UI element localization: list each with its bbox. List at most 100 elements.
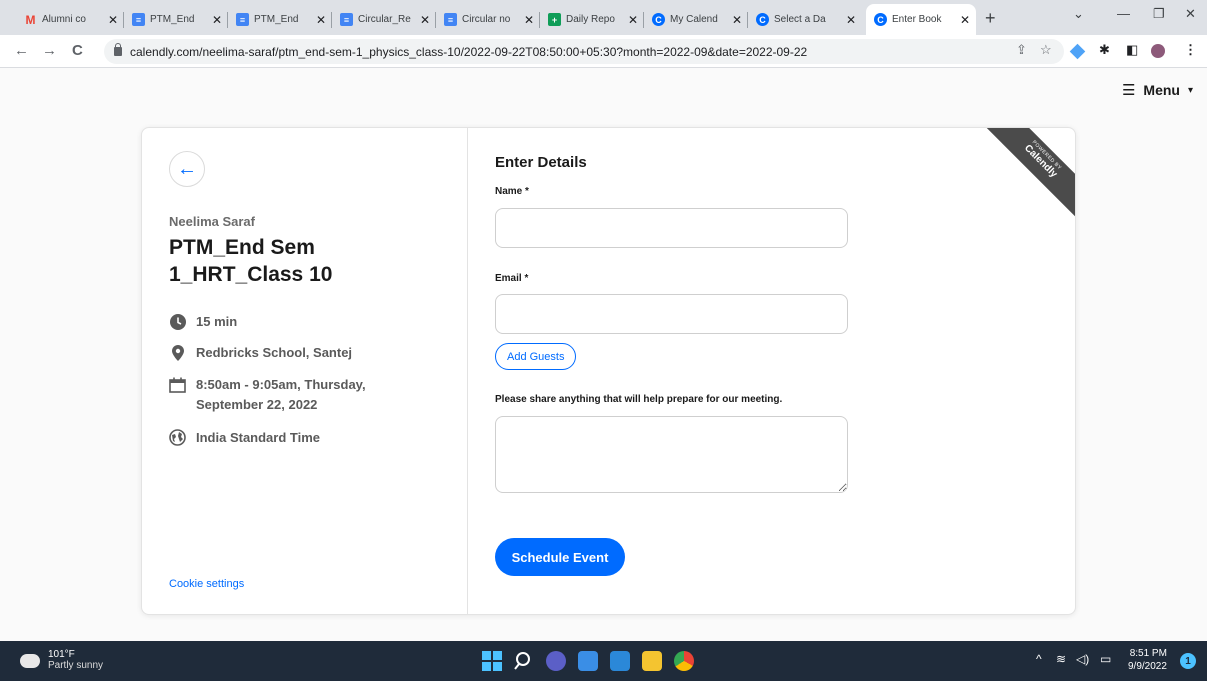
tab-ptm-end-2[interactable]: ≡ PTM_End ✕ xyxy=(228,4,332,35)
minimize-button[interactable]: — xyxy=(1117,6,1130,21)
timezone-text: India Standard Time xyxy=(196,430,321,445)
close-icon[interactable]: ✕ xyxy=(628,13,638,27)
close-icon[interactable]: ✕ xyxy=(846,13,856,27)
docs-icon: ≡ xyxy=(340,13,353,26)
address-bar[interactable]: calendly.com/neelima-saraf/ptm_end-sem-1… xyxy=(104,39,1064,64)
time-text: 8:51 PM xyxy=(1129,648,1167,659)
cookie-settings-link[interactable]: Cookie settings xyxy=(169,578,244,590)
caret-down-icon: ▾ xyxy=(1187,84,1193,96)
event-details-pane: ← Neelima Saraf PTM_End Sem 1_HRT_Class … xyxy=(142,128,468,614)
page-menu[interactable]: ☰ Menu ▾ xyxy=(1122,81,1193,99)
gmail-icon: M xyxy=(25,12,36,27)
lock-icon xyxy=(114,43,122,56)
share-icon[interactable]: ⇪ xyxy=(1016,42,1027,58)
close-icon[interactable]: ✕ xyxy=(316,13,326,27)
close-icon[interactable]: ✕ xyxy=(420,13,430,27)
duration-text: 15 min xyxy=(196,314,238,329)
duration-row: 15 min xyxy=(169,312,237,332)
tab-ptm-end-1[interactable]: ≡ PTM_End ✕ xyxy=(124,4,228,35)
reload-icon[interactable]: C xyxy=(72,42,83,59)
chevron-up-icon[interactable]: ^ xyxy=(1036,652,1042,666)
tab-circular-re[interactable]: ≡ Circular_Re ✕ xyxy=(332,4,436,35)
location-row: Redbricks School, Santej xyxy=(169,343,352,363)
mail-icon[interactable] xyxy=(610,651,630,671)
microsoft-store-icon[interactable] xyxy=(578,651,598,671)
date-text: 9/9/2022 xyxy=(1128,661,1167,672)
tab-search-icon[interactable]: ⌄ xyxy=(1073,6,1084,22)
close-icon[interactable]: ✕ xyxy=(960,13,970,27)
calendar-icon xyxy=(169,376,186,393)
teams-chat-icon[interactable] xyxy=(546,651,566,671)
extensions-puzzle-icon[interactable]: ✱ xyxy=(1099,42,1110,58)
weather-condition-text: Partly sunny xyxy=(48,660,104,671)
datetime-text: 8:50am - 9:05am, Thursday, September 22,… xyxy=(196,377,366,412)
event-title: PTM_End Sem 1_HRT_Class 10 xyxy=(169,236,333,286)
tab-select-date[interactable]: C Select a Da ✕ xyxy=(748,4,862,35)
forward-nav-icon[interactable]: → xyxy=(42,42,57,59)
search-icon[interactable] xyxy=(514,651,534,671)
name-input[interactable] xyxy=(495,208,848,248)
clock[interactable]: 8:51 PM 9/9/2022 xyxy=(1128,647,1167,673)
more-menu-icon[interactable]: ⋮ xyxy=(1184,42,1197,58)
browser-tab-strip: M Alumni co ✕ ≡ PTM_End ✕ ≡ PTM_End ✕ ≡ … xyxy=(0,0,1207,35)
notification-badge[interactable]: 1 xyxy=(1180,653,1196,669)
location-text: Redbricks School, Santej xyxy=(196,345,353,360)
email-input[interactable] xyxy=(495,294,848,334)
email-label: Email * xyxy=(495,273,529,284)
side-panel-icon[interactable]: ◧ xyxy=(1126,42,1138,58)
wifi-icon[interactable]: ≋ xyxy=(1056,652,1066,666)
url-text[interactable]: calendly.com/neelima-saraf/ptm_end-sem-1… xyxy=(130,45,807,59)
weather-widget[interactable]: 101°F Partly sunny xyxy=(17,648,104,672)
tab-enter-booking[interactable]: C Enter Book ✕ xyxy=(866,4,976,35)
clock-icon xyxy=(169,313,186,330)
host-name: Neelima Saraf xyxy=(169,214,255,229)
battery-icon[interactable]: ▭ xyxy=(1100,652,1111,666)
tab-title: Circular_Re xyxy=(358,14,411,25)
tab-title: Daily Repo xyxy=(566,14,615,25)
datetime-row: 8:50am - 9:05am, Thursday, September 22,… xyxy=(169,375,379,415)
tab-title: PTM_End xyxy=(150,14,195,25)
temperature-text: 101°F xyxy=(48,649,75,660)
docs-icon: ≡ xyxy=(132,13,145,26)
windows-start-icon[interactable] xyxy=(482,651,502,671)
docs-icon: ≡ xyxy=(236,13,249,26)
taskbar: 101°F Partly sunny ^ ≋ ◁) ▭ 8:51 PM 9/9/… xyxy=(0,641,1207,681)
docs-icon: ≡ xyxy=(444,13,457,26)
chrome-icon[interactable] xyxy=(674,651,694,671)
form-heading: Enter Details xyxy=(495,154,587,171)
ribbon-small-text: POWERED BY xyxy=(1030,139,1063,172)
calendly-icon: C xyxy=(756,13,769,26)
back-button[interactable]: ← xyxy=(169,151,205,187)
add-guests-button[interactable]: Add Guests xyxy=(495,343,577,370)
notes-label: Please share anything that will help pre… xyxy=(495,394,783,405)
bookmark-star-icon[interactable]: ☆ xyxy=(1040,42,1052,58)
tab-title: Circular no xyxy=(462,14,511,25)
tab-title: Select a Da xyxy=(774,14,826,25)
volume-icon[interactable]: ◁) xyxy=(1076,652,1089,666)
map-pin-icon xyxy=(169,344,186,361)
close-icon[interactable]: ✕ xyxy=(732,13,742,27)
back-nav-icon[interactable]: ← xyxy=(14,42,29,59)
restore-button[interactable]: ❐ xyxy=(1153,6,1165,22)
notes-textarea[interactable] xyxy=(495,416,848,493)
powered-by-calendly-ribbon[interactable]: POWERED BY Calendly xyxy=(979,128,1075,228)
tab-title: Alumni co xyxy=(42,14,86,25)
window-close-button[interactable]: ✕ xyxy=(1185,6,1196,22)
schedule-event-button[interactable]: Schedule Event xyxy=(495,538,625,576)
tab-title: Enter Book xyxy=(892,14,942,25)
booking-card: ← Neelima Saraf PTM_End Sem 1_HRT_Class … xyxy=(141,127,1076,615)
sheets-icon: + xyxy=(548,13,561,26)
tab-daily-report[interactable]: + Daily Repo ✕ xyxy=(540,4,644,35)
extension-icon[interactable] xyxy=(1069,43,1086,60)
close-icon[interactable]: ✕ xyxy=(108,13,118,27)
close-icon[interactable]: ✕ xyxy=(524,13,534,27)
close-icon[interactable]: ✕ xyxy=(212,13,222,27)
tab-circular-no[interactable]: ≡ Circular no ✕ xyxy=(436,4,540,35)
name-label: Name * xyxy=(495,186,529,197)
tab-alumni[interactable]: M Alumni co ✕ xyxy=(16,4,124,35)
tab-my-calendly[interactable]: C My Calend ✕ xyxy=(644,4,748,35)
file-explorer-icon[interactable] xyxy=(642,651,662,671)
profile-avatar[interactable] xyxy=(1151,44,1165,58)
new-tab-button[interactable]: + xyxy=(985,8,996,29)
tab-title: My Calend xyxy=(670,14,718,25)
